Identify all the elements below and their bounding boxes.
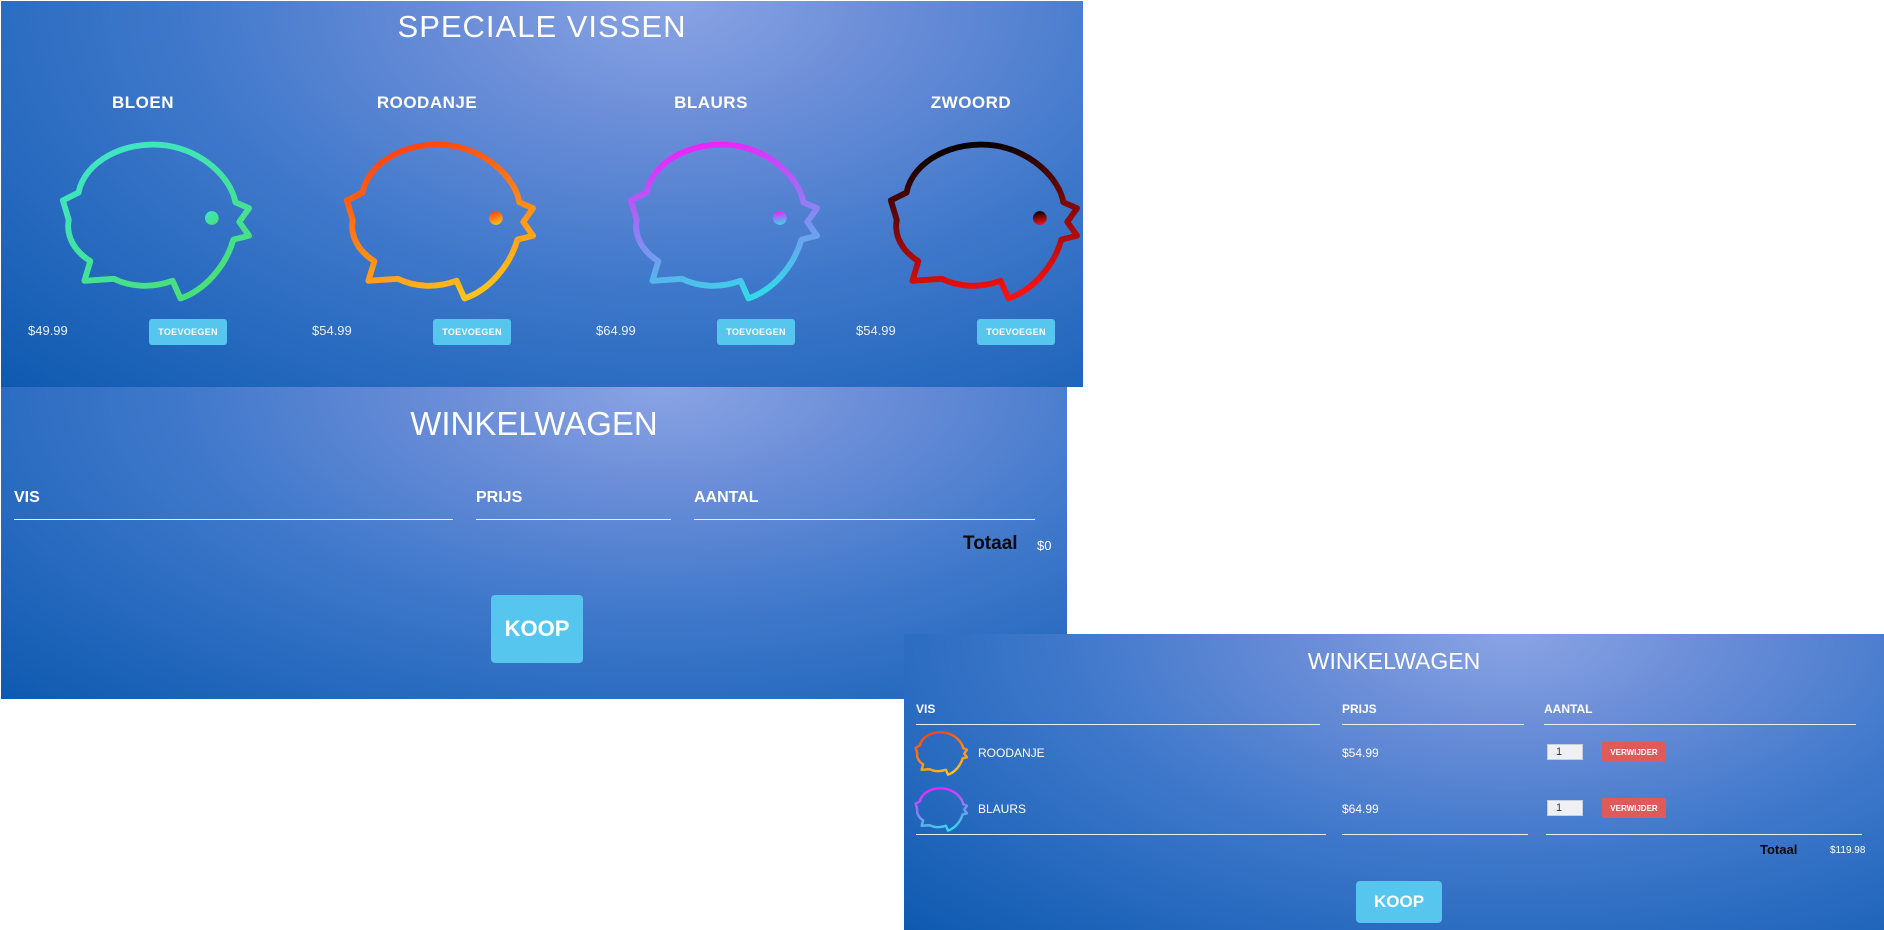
quantity-input[interactable] [1547,800,1583,816]
buy-button[interactable]: KOOP [491,595,583,663]
fish-icon [59,141,253,302]
add-to-cart-button[interactable]: TOEVOEGEN [977,319,1055,345]
divider [1546,834,1862,835]
fish-icon [343,141,537,302]
cart-panel-filled: WINKELWAGEN VIS PRIJS AANTAL ROODANJE $5… [904,634,1884,930]
add-to-cart-button[interactable]: TOEVOEGEN [149,319,227,345]
cart-item-name: ROODANJE [978,746,1045,760]
column-header-fish: VIS [14,489,453,520]
product-price: $54.99 [856,323,896,338]
fish-icon [887,141,1081,302]
total-label: Totaal [1760,842,1798,857]
product-name: BLAURS [674,93,748,112]
column-header-price: PRIJS [476,489,671,520]
column-header-qty: AANTAL [1544,702,1856,725]
total-value: $119.98 [1830,845,1866,856]
column-header-price: PRIJS [1342,702,1524,725]
fish-icon [914,731,968,776]
cart-item-name: BLAURS [978,802,1027,816]
cart-title: WINKELWAGEN [1307,648,1481,674]
product-name: ZWOORD [930,93,1012,112]
product-card-bloen: BLOEN $49.99 TOEVOEGEN [28,93,253,353]
fish-icon [914,787,968,832]
column-header-qty: AANTAL [694,489,1035,520]
total-label: Totaal [963,533,1018,554]
add-to-cart-button[interactable]: TOEVOEGEN [433,319,511,345]
product-price: $54.99 [312,323,352,338]
divider [1342,834,1528,835]
fish-icon [627,141,821,302]
shop-title: SPECIALE VISSEN [397,9,687,44]
product-card-blaurs: BLAURS $64.99 TOEVOEGEN [596,93,821,353]
product-card-zwoord: ZWOORD $54.99 TOEVOEGEN [856,93,1081,353]
product-card-roodanje: ROODANJE $54.99 TOEVOEGEN [312,93,537,353]
remove-button[interactable]: VERWIJDER [1602,742,1666,762]
add-to-cart-button[interactable]: TOEVOEGEN [717,319,795,345]
total-value: $0 [1037,538,1052,553]
divider [916,834,1326,835]
quantity-input[interactable] [1547,744,1583,760]
cart-item-price: $64.99 [1342,802,1379,816]
remove-button[interactable]: VERWIJDER [1602,798,1666,818]
product-price: $49.99 [28,323,68,338]
product-name: ROODANJE [376,93,478,112]
buy-button[interactable]: KOOP [1356,881,1442,923]
product-name: BLOEN [112,93,174,112]
shop-panel: SPECIALE VISSEN BLOEN $49.99 TOEVOEGEN R… [1,1,1083,387]
product-price: $64.99 [596,323,636,338]
cart-item-price: $54.99 [1342,746,1379,760]
column-header-fish: VIS [916,702,1320,725]
cart-title: WINKELWAGEN [410,405,658,442]
